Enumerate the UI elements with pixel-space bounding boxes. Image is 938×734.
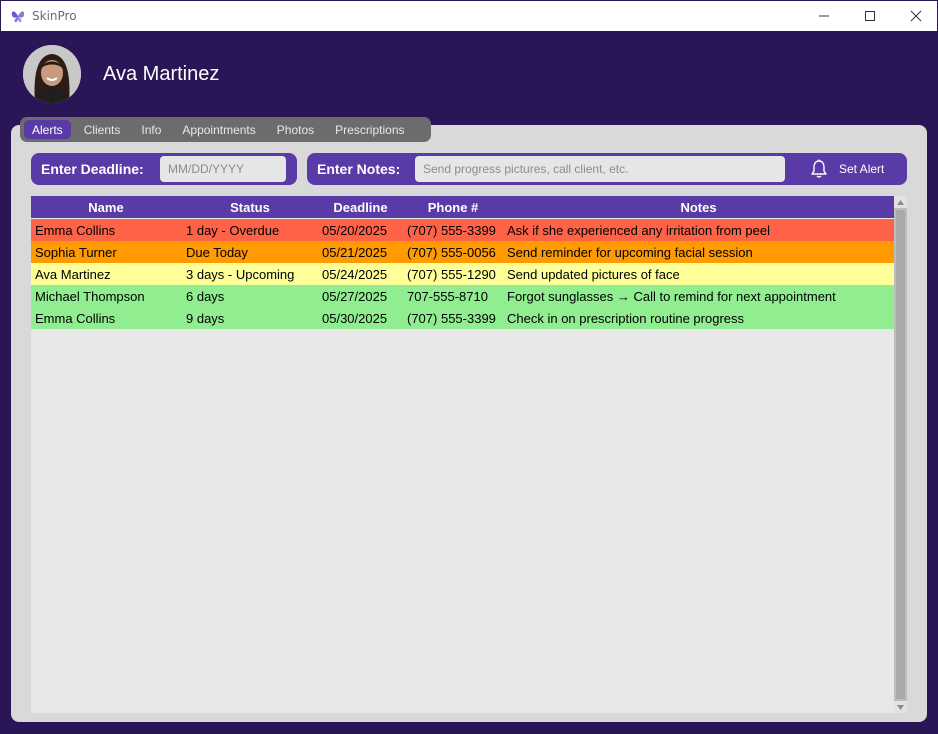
bell-icon — [811, 159, 827, 178]
vertical-scrollbar[interactable] — [894, 196, 907, 713]
arrow-up-icon — [897, 199, 904, 205]
table-body: Emma Collins 1 day - Overdue 05/20/2025 (70… — [31, 219, 894, 329]
alerts-table: Name Status Deadline Phone # Notes Emma … — [31, 196, 907, 713]
cell-notes: Ask if she experienced any irritation fr… — [507, 223, 771, 238]
header-notes[interactable]: Notes — [661, 200, 736, 215]
deadline-bar: Enter Deadline: — [31, 153, 297, 185]
cell-deadline: 05/21/2025 — [322, 245, 388, 260]
table-header: Name Status Deadline Phone # Notes — [31, 196, 894, 218]
tab-bar: Alerts Clients Info Appointments Photos … — [20, 117, 431, 142]
tab-clients[interactable]: Clients — [76, 120, 129, 139]
header-status[interactable]: Status — [215, 200, 285, 215]
table-row[interactable]: Emma Collins 1 day - Overdue 05/20/2025 (70… — [31, 219, 894, 241]
cell-name: Emma Collins — [35, 223, 116, 238]
cell-status: 1 day - Overdue — [186, 223, 280, 238]
profile-header: Ava Martinez — [0, 31, 938, 121]
notes-input[interactable] — [415, 156, 785, 182]
header-name[interactable]: Name — [71, 200, 141, 215]
cell-phone: (707) 555-0056 — [407, 245, 496, 260]
cell-phone: (707) 555-3399 — [407, 311, 496, 326]
header-deadline[interactable]: Deadline — [323, 200, 398, 215]
cell-notes: Send updated pictures of face — [507, 267, 680, 282]
table-row[interactable]: Michael Thompson 6 days 05/27/2025 707-555-… — [31, 285, 894, 307]
tab-prescriptions[interactable]: Prescriptions — [327, 120, 412, 139]
set-alert-label: Set Alert — [839, 162, 885, 176]
cell-status: Due Today — [186, 245, 248, 260]
cell-phone: (707) 555-3399 — [407, 223, 496, 238]
cell-name: Ava Martinez — [35, 267, 111, 282]
cell-deadline: 05/27/2025 — [322, 289, 388, 304]
scroll-down-button[interactable] — [894, 701, 907, 713]
scroll-thumb[interactable] — [896, 210, 905, 699]
maximize-button[interactable] — [847, 1, 893, 31]
cell-status: 3 days - Upcoming — [186, 267, 295, 282]
tab-photos[interactable]: Photos — [269, 120, 322, 139]
close-button[interactable] — [893, 1, 938, 31]
cell-name: Emma Collins — [35, 311, 116, 326]
set-alert-button[interactable]: Set Alert — [810, 157, 902, 181]
cell-status: 6 days — [186, 289, 225, 304]
tab-appointments[interactable]: Appointments — [174, 120, 263, 139]
cell-notes: Forgot sunglasses → Call to remind for n… — [507, 289, 836, 304]
arrow-down-icon — [897, 704, 904, 710]
table-row[interactable]: Emma Collins 9 days 05/30/2025 (707) 555-33… — [31, 307, 894, 329]
title-bar: SkinPro — [0, 0, 938, 31]
cell-deadline: 05/20/2025 — [322, 223, 388, 238]
table-row[interactable]: Ava Martinez 3 days - Upcoming 05/24/2025 (… — [31, 263, 894, 285]
tab-alerts[interactable]: Alerts — [24, 120, 71, 139]
minimize-button[interactable] — [801, 1, 847, 31]
cell-phone: 707-555-8710 — [407, 289, 488, 304]
profile-name: Ava Martinez — [103, 63, 220, 85]
deadline-label: Enter Deadline: — [41, 161, 144, 177]
cell-notes: Send reminder for upcoming facial sessio… — [507, 245, 753, 260]
cell-name: Sophia Turner — [35, 245, 117, 260]
cell-status: 9 days — [186, 311, 225, 326]
butterfly-icon — [10, 8, 26, 24]
table-row[interactable]: Sophia Turner Due Today 05/21/2025 (707) 55… — [31, 241, 894, 263]
window-title: SkinPro — [32, 9, 77, 23]
notes-bar: Enter Notes: Set Alert — [307, 153, 907, 185]
minimize-icon — [819, 15, 829, 17]
cell-name: Michael Thompson — [35, 289, 145, 304]
header-phone[interactable]: Phone # — [417, 200, 489, 215]
avatar — [23, 45, 81, 103]
notes-label: Enter Notes: — [317, 161, 401, 177]
maximize-icon — [865, 11, 875, 21]
cell-deadline: 05/30/2025 — [322, 311, 388, 326]
cell-notes: Check in on prescription routine progres… — [507, 311, 745, 326]
scroll-up-button[interactable] — [894, 196, 907, 208]
deadline-input[interactable] — [160, 156, 286, 182]
tab-info[interactable]: Info — [133, 120, 169, 139]
close-icon — [910, 10, 922, 22]
cell-phone: (707) 555-1290 — [407, 267, 496, 282]
cell-deadline: 05/24/2025 — [322, 267, 388, 282]
